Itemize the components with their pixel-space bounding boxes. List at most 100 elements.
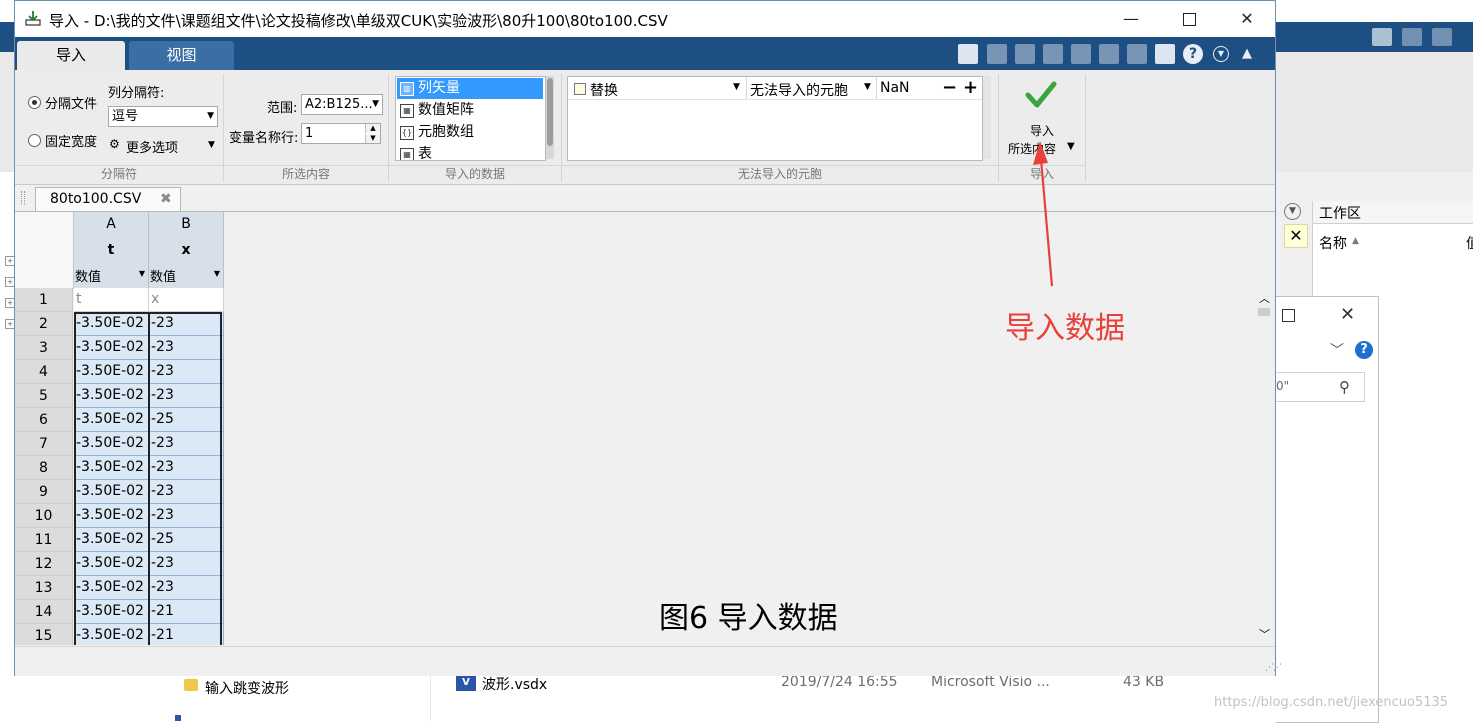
table-cell[interactable]: -3.50E-02 — [74, 456, 149, 480]
search-input[interactable] — [1276, 372, 1365, 402]
row-header[interactable]: 9 — [15, 480, 73, 504]
delimiter-select[interactable]: 逗号 ▼ — [108, 106, 218, 127]
tab-view[interactable]: 视图 — [129, 41, 234, 70]
row-header[interactable]: 14 — [15, 600, 73, 624]
column-header-a[interactable]: A t 数值 ▼ — [74, 212, 149, 289]
explorer-file-name[interactable]: 波形.vsdx — [482, 674, 547, 694]
switch-windows-icon[interactable] — [1155, 44, 1175, 64]
radio-fixed-width-label[interactable]: 固定宽度 — [45, 131, 97, 150]
checkmark-icon[interactable] — [1024, 78, 1058, 112]
sheet-corner[interactable] — [15, 212, 74, 289]
column-header-b[interactable]: B x 数值 ▼ — [149, 212, 224, 289]
table-cell[interactable]: -23 — [149, 360, 224, 384]
table-cell[interactable]: -23 — [149, 480, 224, 504]
table-cell[interactable]: -3.50E-02 — [74, 312, 149, 336]
close-icon[interactable]: ✖ — [160, 191, 172, 207]
close-icon[interactable]: ✕ — [1284, 224, 1308, 248]
more-options-button[interactable]: 更多选项 — [126, 137, 178, 156]
table-cell[interactable]: -21 — [149, 600, 224, 624]
scroll-up-icon[interactable]: ︿ — [1259, 290, 1270, 306]
row-header[interactable]: 11 — [15, 528, 73, 552]
close-icon[interactable]: ✕ — [1340, 304, 1355, 325]
row-header[interactable]: 2 — [15, 312, 73, 336]
table-cell[interactable]: -25 — [149, 408, 224, 432]
table-cell[interactable]: -3.50E-02 — [74, 480, 149, 504]
table-cell[interactable]: -21 — [149, 624, 224, 645]
variable-type[interactable]: 数值 — [75, 266, 101, 285]
maximize-icon[interactable] — [1282, 309, 1295, 322]
resize-grip-icon[interactable]: ⋰⋰ — [1265, 663, 1282, 673]
chevron-down-icon[interactable]: ▼ — [1213, 46, 1229, 62]
radio-delimited[interactable] — [28, 96, 41, 109]
add-rule-button[interactable]: + — [963, 77, 978, 98]
row-header[interactable]: 5 — [15, 384, 73, 408]
remove-rule-button[interactable]: − — [942, 77, 957, 98]
table-cell[interactable]: -3.50E-02 — [74, 432, 149, 456]
output-type-numeric-matrix[interactable]: ▦ 数值矩阵 — [397, 100, 543, 121]
vertical-scrollbar[interactable] — [1255, 288, 1273, 645]
range-select[interactable]: A2:B125... ▼ — [301, 94, 383, 115]
table-cell[interactable]: -23 — [149, 312, 224, 336]
workspace-column-value[interactable]: 值 — [1466, 233, 1473, 253]
row-header[interactable]: 12 — [15, 552, 73, 576]
table-cell[interactable]: -23 — [149, 552, 224, 576]
help-icon[interactable]: ? — [1355, 341, 1373, 359]
rule-action-select[interactable]: 替换 — [590, 80, 618, 100]
spin-down-icon[interactable]: ▼ — [365, 134, 380, 143]
panel-menu-icon[interactable]: ▼ — [1284, 203, 1301, 220]
spin-up-icon[interactable]: ▲ — [365, 124, 380, 133]
row-header[interactable]: 6 — [15, 408, 73, 432]
rule-checkbox[interactable] — [574, 83, 586, 95]
table-cell[interactable]: -3.50E-02 — [74, 504, 149, 528]
radio-delimited-label[interactable]: 分隔文件 — [45, 93, 97, 112]
table-cell[interactable]: -3.50E-02 — [74, 360, 149, 384]
variable-type[interactable]: 数值 — [150, 266, 176, 285]
output-type-column-vectors[interactable]: ▥ 列矢量 — [397, 78, 543, 99]
rule-value-input[interactable]: NaN — [880, 80, 910, 96]
output-type-cell-array[interactable]: {} 元胞数组 — [397, 122, 543, 143]
redo-icon[interactable] — [1127, 44, 1147, 64]
variable-name[interactable]: x — [149, 242, 223, 258]
table-cell[interactable]: -3.50E-02 — [74, 552, 149, 576]
new-script-icon[interactable] — [958, 44, 978, 64]
table-cell[interactable]: -3.50E-02 — [74, 336, 149, 360]
output-type-table[interactable]: ▦ 表 — [397, 144, 543, 160]
table-cell[interactable]: -3.50E-02 — [74, 384, 149, 408]
scrollbar-thumb[interactable] — [1258, 308, 1270, 316]
paste-icon[interactable] — [1071, 44, 1091, 64]
row-header[interactable]: 1 — [15, 288, 73, 312]
rules-scrollbar[interactable] — [983, 76, 991, 159]
row-header[interactable]: 4 — [15, 360, 73, 384]
scrollbar-thumb[interactable] — [547, 78, 553, 146]
cut-icon[interactable] — [1432, 28, 1452, 46]
maximize-button[interactable] — [1160, 1, 1218, 37]
variable-name[interactable]: t — [74, 242, 148, 258]
chevron-down-icon[interactable]: ▼ — [139, 269, 145, 278]
table-cell[interactable]: -25 — [149, 528, 224, 552]
close-button[interactable]: ✕ — [1218, 1, 1276, 37]
cut-icon[interactable] — [1015, 44, 1035, 64]
table-cell[interactable]: x — [149, 288, 224, 312]
table-cell[interactable]: -23 — [149, 504, 224, 528]
workspace-column-name[interactable]: 名称 — [1319, 233, 1347, 253]
row-header[interactable]: 10 — [15, 504, 73, 528]
scroll-down-icon[interactable]: ﹀ — [1259, 626, 1270, 642]
search-icon[interactable]: ⚲ — [1339, 378, 1350, 396]
minimize-button[interactable]: — — [1102, 1, 1160, 37]
row-header[interactable]: 7 — [15, 432, 73, 456]
save-icon[interactable] — [1402, 28, 1422, 46]
copy-icon[interactable] — [1043, 44, 1063, 64]
table-cell[interactable]: -23 — [149, 456, 224, 480]
table-cell[interactable]: -3.50E-02 — [74, 408, 149, 432]
radio-fixed-width[interactable] — [28, 134, 41, 147]
chevron-down-icon[interactable]: ▼ — [864, 82, 871, 92]
row-header[interactable]: 15 — [15, 624, 73, 645]
table-cell[interactable]: -23 — [149, 336, 224, 360]
undo-icon[interactable] — [1099, 44, 1119, 64]
save-icon[interactable] — [987, 44, 1007, 64]
new-script-icon[interactable] — [1372, 28, 1392, 46]
table-cell[interactable]: -3.50E-02 — [74, 528, 149, 552]
title-bar[interactable]: 导入 - D:\我的文件\课题组文件\论文投稿修改\单级双CUK\实验波形\80… — [15, 1, 1275, 37]
table-cell[interactable]: t — [74, 288, 149, 312]
row-header[interactable]: 3 — [15, 336, 73, 360]
